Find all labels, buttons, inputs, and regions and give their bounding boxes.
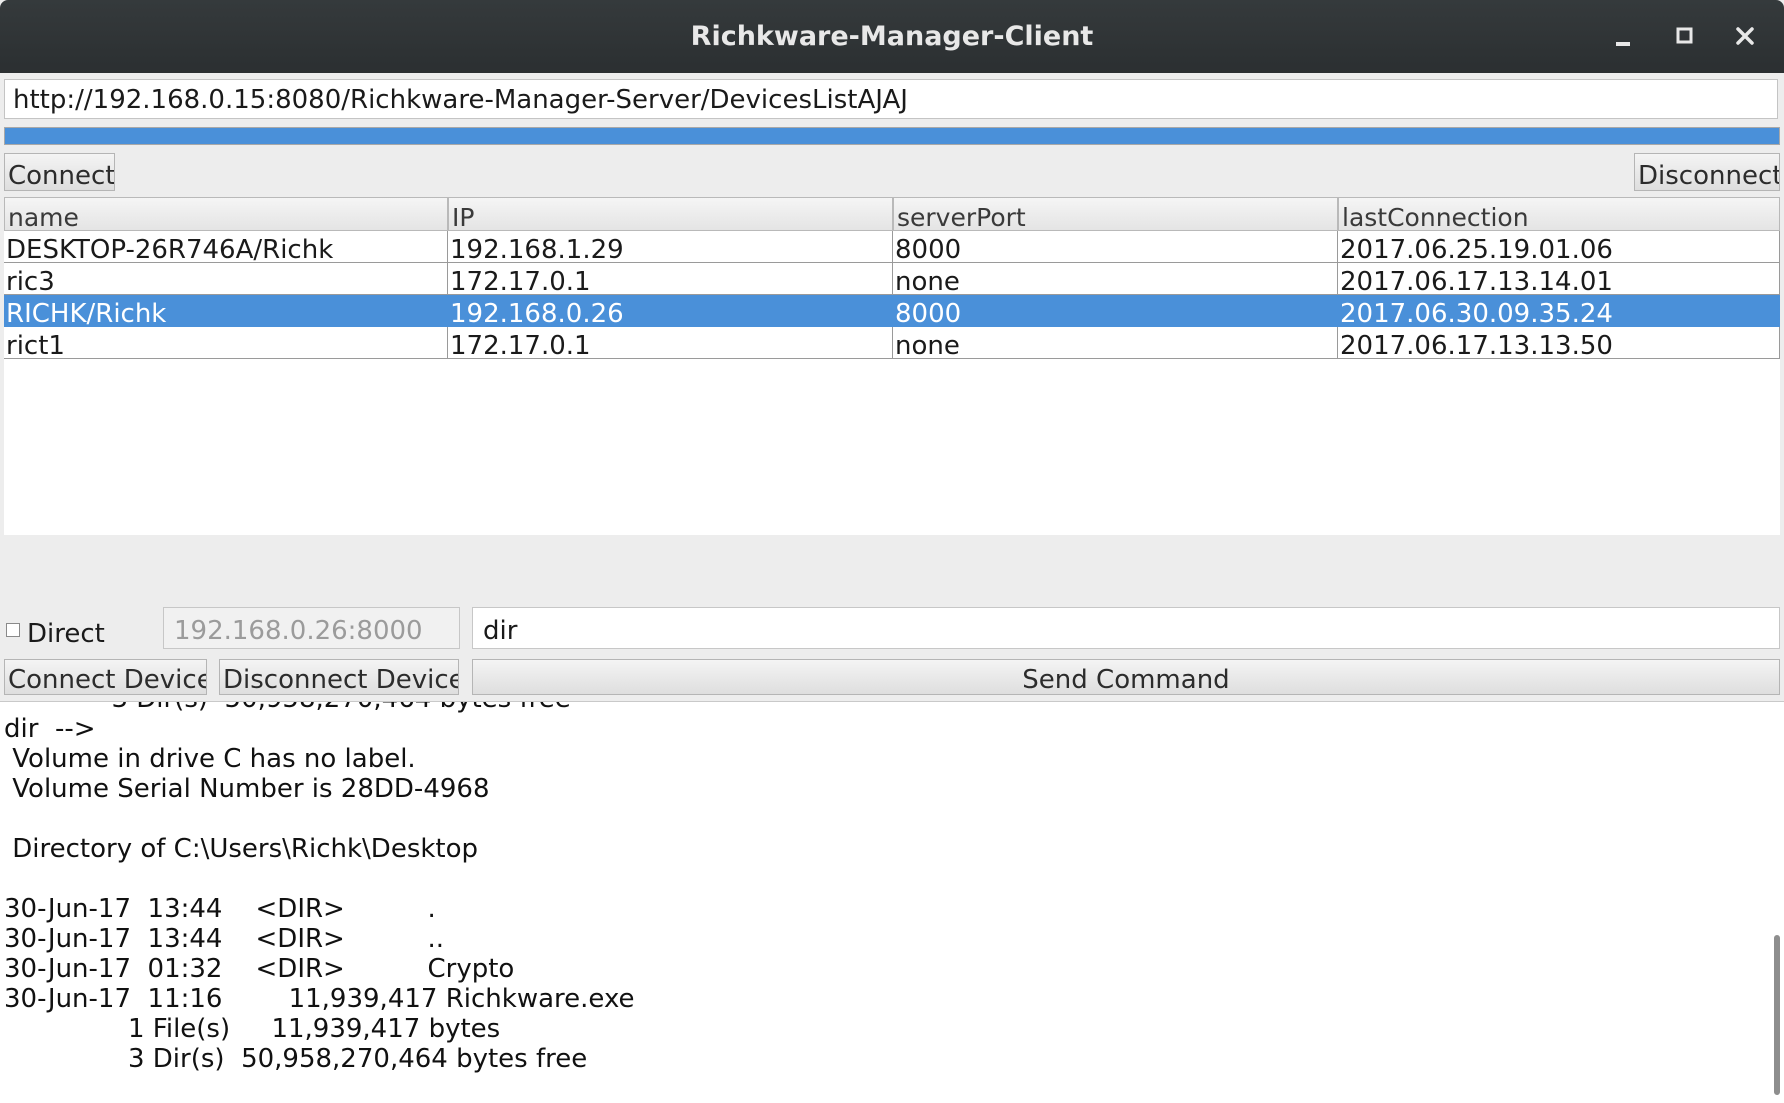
cell-server-port: 8000 bbox=[893, 295, 1338, 327]
cell-name: ric3 bbox=[4, 263, 448, 295]
maximize-button[interactable] bbox=[1666, 18, 1702, 54]
console-line: 30-Jun-17 01:32 <DIR> Crypto bbox=[4, 954, 515, 984]
connect-button[interactable]: Connect bbox=[4, 153, 115, 191]
console-output[interactable]: 3 Dir(s) 50,958,270,464 bytes freedir --… bbox=[0, 701, 1784, 1103]
column-header-last-connection[interactable]: lastConnection bbox=[1338, 197, 1780, 231]
cell-ip: 172.17.0.1 bbox=[448, 263, 893, 295]
table-row[interactable]: rict1 172.17.0.1 none 2017.06.17.13.13.50 bbox=[4, 327, 1780, 359]
cell-last-connection: 2017.06.30.09.35.24 bbox=[1338, 295, 1780, 327]
device-address-field[interactable]: 192.168.0.26:8000 bbox=[163, 607, 460, 649]
console-line: 3 Dir(s) 50,958,270,464 bytes free bbox=[4, 702, 635, 714]
cell-last-connection: 2017.06.25.19.01.06 bbox=[1338, 231, 1780, 263]
table-row[interactable]: ric3 172.17.0.1 none 2017.06.17.13.14.01 bbox=[4, 263, 1780, 295]
cell-last-connection: 2017.06.17.13.14.01 bbox=[1338, 263, 1780, 295]
console-line: 30-Jun-17 11:16 11,939,417 Richkware.exe bbox=[4, 984, 635, 1014]
disconnect-button[interactable]: Disconnect bbox=[1634, 153, 1780, 191]
cell-name: RICHK/Richk bbox=[4, 295, 448, 327]
cell-last-connection: 2017.06.17.13.13.50 bbox=[1338, 327, 1780, 359]
cell-server-port: none bbox=[893, 263, 1338, 295]
console-line: 1 File(s) 11,939,417 bytes bbox=[4, 1014, 501, 1044]
cell-name: rict1 bbox=[4, 327, 448, 359]
main-panel: http://192.168.0.15:8080/Richkware-Manag… bbox=[0, 73, 1784, 1103]
console-line: dir --> bbox=[4, 714, 96, 744]
devices-table: name IP serverPort lastConnection DESKTO… bbox=[4, 197, 1780, 535]
console-line: Volume in drive C has no label. bbox=[4, 744, 416, 774]
direct-label: Direct bbox=[27, 619, 105, 649]
console-line: 30-Jun-17 13:44 <DIR> . bbox=[4, 894, 436, 924]
column-header-server-port[interactable]: serverPort bbox=[893, 197, 1338, 231]
close-button[interactable] bbox=[1727, 18, 1763, 54]
cell-ip: 172.17.0.1 bbox=[448, 327, 893, 359]
cell-ip: 192.168.0.26 bbox=[448, 295, 893, 327]
table-row[interactable]: RICHK/Richk 192.168.0.26 8000 2017.06.30.09… bbox=[4, 295, 1780, 327]
cell-server-port: 8000 bbox=[893, 231, 1338, 263]
send-command-button[interactable]: Send Command bbox=[472, 659, 1780, 695]
column-header-ip[interactable]: IP bbox=[448, 197, 893, 231]
console-scrollbar[interactable] bbox=[1774, 935, 1780, 1095]
close-icon bbox=[1736, 27, 1754, 45]
cell-server-port: none bbox=[893, 327, 1338, 359]
connect-device-button[interactable]: Connect Device bbox=[4, 659, 207, 695]
console-line: 30-Jun-17 13:44 <DIR> .. bbox=[4, 924, 445, 954]
minimize-button[interactable] bbox=[1605, 18, 1641, 54]
cell-ip: 192.168.1.29 bbox=[448, 231, 893, 263]
progress-bar bbox=[4, 127, 1780, 145]
console-line: Directory of C:\Users\Richk\Desktop bbox=[4, 834, 479, 864]
table-row[interactable]: DESKTOP-26R746A/Richk 192.168.1.29 8000 201… bbox=[4, 231, 1780, 263]
cell-name: DESKTOP-26R746A/Richk bbox=[4, 231, 448, 263]
column-header-name[interactable]: name bbox=[4, 197, 448, 231]
console-line: 3 Dir(s) 50,958,270,464 bytes free bbox=[4, 1044, 588, 1074]
maximize-icon bbox=[1676, 27, 1693, 44]
server-url-field[interactable]: http://192.168.0.15:8080/Richkware-Manag… bbox=[4, 79, 1778, 119]
console-text: 3 Dir(s) 50,958,270,464 bytes freedir --… bbox=[4, 702, 635, 1074]
disconnect-device-button[interactable]: Disconnect Device bbox=[219, 659, 459, 695]
table-body: DESKTOP-26R746A/Richk 192.168.1.29 8000 201… bbox=[4, 231, 1780, 359]
window-title: Richkware-Manager-Client bbox=[690, 21, 1094, 52]
table-header: name IP serverPort lastConnection bbox=[4, 197, 1780, 231]
direct-checkbox[interactable] bbox=[6, 623, 20, 637]
console-line: Volume Serial Number is 28DD-4968 bbox=[4, 774, 490, 804]
minimize-icon bbox=[1616, 42, 1630, 46]
title-bar: Richkware-Manager-Client bbox=[0, 0, 1784, 73]
command-input[interactable]: dir bbox=[472, 607, 1780, 649]
progress-fill bbox=[5, 128, 1779, 144]
